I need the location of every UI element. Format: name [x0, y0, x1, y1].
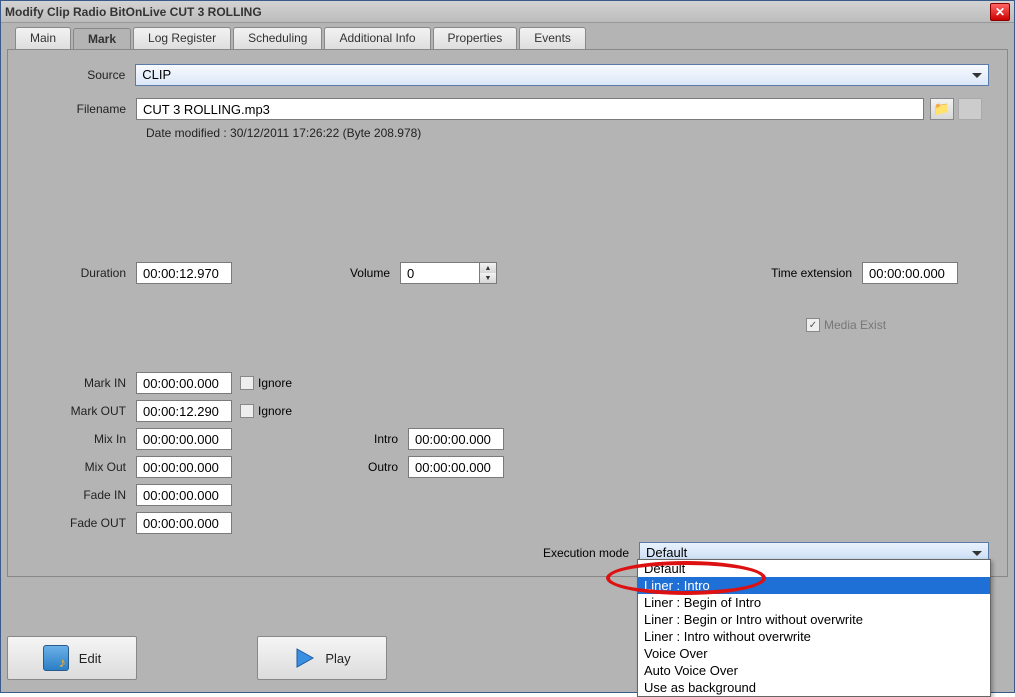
tab-main[interactable]: Main	[15, 27, 71, 49]
play-button[interactable]: Play	[257, 636, 387, 680]
play-icon	[293, 647, 315, 669]
time-extension-input[interactable]	[862, 262, 958, 284]
execution-mode-dropdown[interactable]: Default Liner : Intro Liner : Begin of I…	[637, 559, 991, 697]
volume-label: Volume	[340, 266, 400, 280]
exec-option-liner-begin-or-intro-no-overwrite[interactable]: Liner : Begin or Intro without overwrite	[638, 611, 990, 628]
title-bar: Modify Clip Radio BitOnLive CUT 3 ROLLIN…	[1, 1, 1014, 23]
edit-button[interactable]: Edit	[7, 636, 137, 680]
clear-filename-button[interactable]	[958, 98, 982, 120]
mark-out-input[interactable]	[136, 400, 232, 422]
volume-spinner[interactable]: ▲ ▼	[480, 262, 497, 284]
mix-in-input[interactable]	[136, 428, 232, 450]
filename-label: Filename	[26, 102, 136, 116]
modify-clip-window: Modify Clip Radio BitOnLive CUT 3 ROLLIN…	[0, 0, 1015, 693]
source-label: Source	[26, 68, 135, 82]
fade-out-label: Fade OUT	[26, 516, 136, 530]
edit-icon	[43, 645, 69, 671]
client-area: Main Mark Log Register Scheduling Additi…	[7, 27, 1008, 640]
exec-option-liner-intro-no-overwrite[interactable]: Liner : Intro without overwrite	[638, 628, 990, 645]
mark-in-input[interactable]	[136, 372, 232, 394]
window-title: Modify Clip Radio BitOnLive CUT 3 ROLLIN…	[5, 5, 990, 19]
tab-strip: Main Mark Log Register Scheduling Additi…	[7, 27, 1008, 49]
play-button-label: Play	[325, 651, 350, 666]
tab-scheduling[interactable]: Scheduling	[233, 27, 322, 49]
intro-input[interactable]	[408, 428, 504, 450]
tab-log-register[interactable]: Log Register	[133, 27, 231, 49]
mark-in-label: Mark IN	[26, 376, 136, 390]
tab-additional-info[interactable]: Additional Info	[324, 27, 430, 49]
mark-in-ignore-label: Ignore	[258, 376, 292, 390]
mark-in-ignore-checkbox[interactable]	[240, 376, 254, 390]
duration-label: Duration	[26, 266, 136, 280]
mix-out-label: Mix Out	[26, 460, 136, 474]
fade-in-input[interactable]	[136, 484, 232, 506]
exec-option-default[interactable]: Default	[638, 560, 990, 577]
mark-out-ignore-checkbox[interactable]	[240, 404, 254, 418]
tab-mark[interactable]: Mark	[73, 28, 131, 50]
close-icon: ✕	[995, 5, 1005, 19]
duration-input[interactable]	[136, 262, 232, 284]
fade-in-label: Fade IN	[26, 488, 136, 502]
mark-panel: Source CLIP Filename 📁 Date modified : 3…	[7, 49, 1008, 577]
media-exist-checkbox: ✓	[806, 318, 820, 332]
exec-option-auto-voice-over[interactable]: Auto Voice Over	[638, 662, 990, 679]
execution-mode-label: Execution mode	[543, 546, 639, 560]
volume-input[interactable]	[400, 262, 480, 284]
mark-out-label: Mark OUT	[26, 404, 136, 418]
tab-events[interactable]: Events	[519, 27, 586, 49]
time-extension-label: Time extension	[752, 266, 862, 280]
tab-properties[interactable]: Properties	[433, 27, 518, 49]
chevron-down-icon: ▼	[480, 273, 496, 283]
edit-button-label: Edit	[79, 651, 101, 666]
source-combo[interactable]: CLIP	[135, 64, 989, 86]
exec-option-voice-over[interactable]: Voice Over	[638, 645, 990, 662]
exec-option-use-as-background[interactable]: Use as background	[638, 679, 990, 696]
outro-label: Outro	[348, 460, 408, 474]
media-exist-label: Media Exist	[824, 318, 886, 332]
file-meta: Date modified : 30/12/2011 17:26:22 (Byt…	[146, 126, 989, 140]
mix-in-label: Mix In	[26, 432, 136, 446]
browse-button[interactable]: 📁	[930, 98, 954, 120]
chevron-up-icon: ▲	[480, 263, 496, 273]
exec-option-liner-begin-of-intro[interactable]: Liner : Begin of Intro	[638, 594, 990, 611]
mix-out-input[interactable]	[136, 456, 232, 478]
filename-input[interactable]	[136, 98, 924, 120]
close-button[interactable]: ✕	[990, 3, 1010, 21]
intro-label: Intro	[348, 432, 408, 446]
folder-icon: 📁	[934, 101, 950, 117]
exec-option-liner-intro[interactable]: Liner : Intro	[638, 577, 990, 594]
fade-out-input[interactable]	[136, 512, 232, 534]
outro-input[interactable]	[408, 456, 504, 478]
mark-out-ignore-label: Ignore	[258, 404, 292, 418]
